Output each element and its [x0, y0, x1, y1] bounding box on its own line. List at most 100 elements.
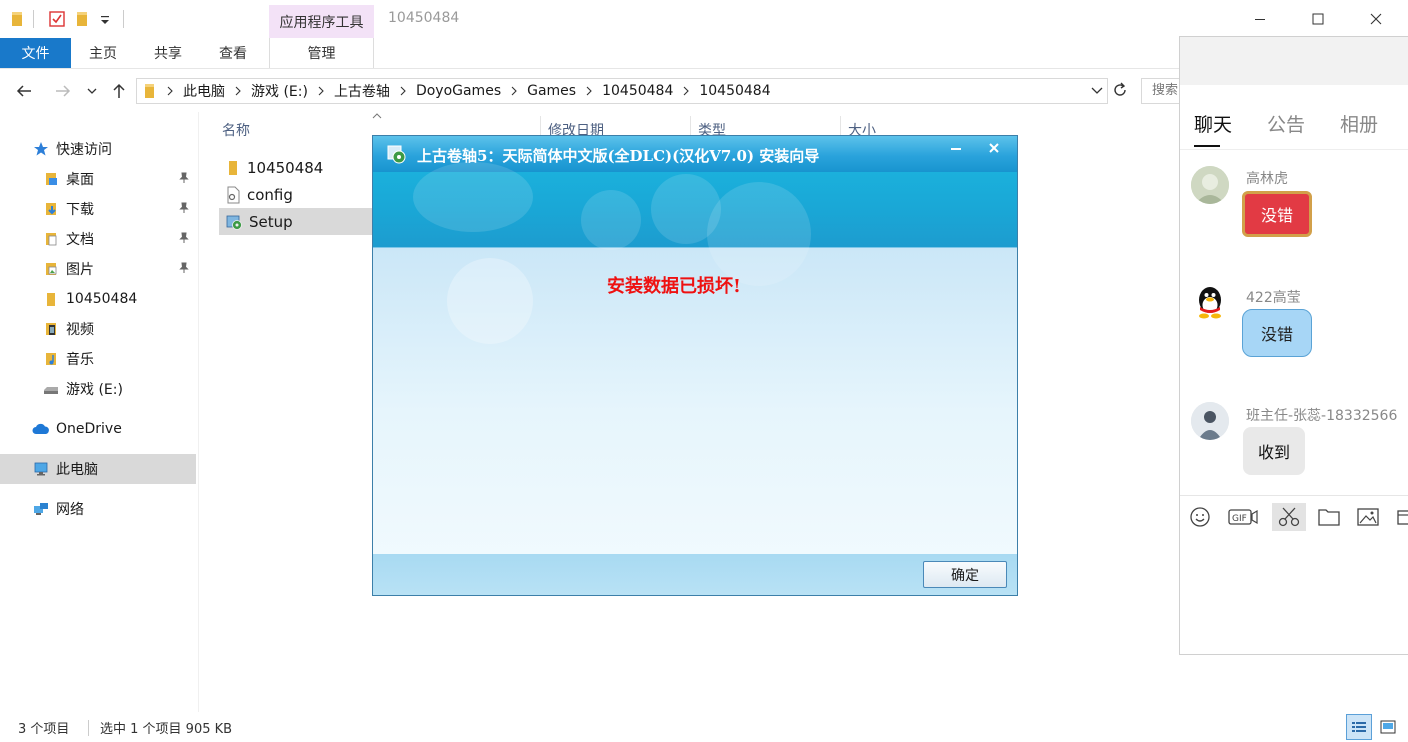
installer-icon — [225, 213, 243, 231]
drive-icon — [42, 380, 60, 398]
breadcrumb-doyogames[interactable]: DoyoGames — [416, 83, 501, 99]
tab-album[interactable]: 相册 — [1340, 110, 1378, 137]
close-button[interactable] — [1353, 0, 1399, 38]
chevron-right-icon — [234, 86, 242, 96]
banner-decoration — [413, 162, 533, 232]
dialog-close-button[interactable] — [979, 138, 1009, 158]
sender-name: 422高莹 — [1246, 290, 1301, 306]
back-button[interactable] — [13, 80, 35, 102]
nav-downloads[interactable]: 下载 — [0, 194, 196, 224]
chat-panel: 聊天 公告 相册 高林虎 没错 422高莹 没错 班主任-张蕊-18332566… — [1179, 36, 1408, 655]
breadcrumb-current[interactable]: 10450484 — [699, 83, 770, 99]
nav-label: 图片 — [66, 262, 94, 278]
folder-icon — [225, 159, 241, 177]
nav-label: 音乐 — [66, 352, 94, 368]
nav-this-pc[interactable]: 此电脑 — [0, 454, 196, 484]
computer-icon — [32, 460, 50, 478]
address-bar[interactable]: 此电脑 游戏 (E:) 上古卷轴 DoyoGames Games 1045048… — [136, 78, 1108, 104]
tab-view[interactable]: 查看 — [210, 38, 256, 68]
message-bubble[interactable]: 收到 — [1243, 427, 1305, 475]
recent-locations-icon[interactable] — [84, 80, 100, 102]
tab-home[interactable]: 主页 — [80, 38, 126, 68]
file-row-selected[interactable]: Setup — [219, 208, 379, 235]
avatar[interactable] — [1191, 283, 1229, 321]
image-icon[interactable] — [1352, 503, 1384, 531]
download-icon — [42, 200, 60, 218]
dialog-banner — [373, 162, 1017, 286]
chevron-down-icon[interactable] — [1091, 86, 1103, 96]
properties-icon[interactable] — [48, 9, 66, 29]
file-name: 10450484 — [247, 158, 324, 177]
breadcrumb-games[interactable]: Games — [527, 83, 576, 99]
screenshot-scissors-icon[interactable] — [1272, 503, 1306, 531]
nav-folder-10450484[interactable]: 10450484 — [0, 284, 196, 314]
picture-icon — [42, 260, 60, 278]
divider — [1180, 495, 1408, 496]
tab-file[interactable]: 文件 — [0, 38, 71, 68]
avatar[interactable] — [1191, 402, 1229, 440]
nav-music[interactable]: 音乐 — [0, 344, 196, 374]
ok-button[interactable]: 确定 — [923, 561, 1007, 588]
details-view-button[interactable] — [1346, 714, 1372, 740]
forward-button[interactable] — [52, 80, 74, 102]
desktop-icon — [42, 170, 60, 188]
cloud-icon — [32, 420, 50, 438]
installer-dialog: 上古卷轴5：天际简体中文版(全DLC)(汉化V7.0) 安装向导 安装数据已损坏… — [372, 135, 1018, 596]
error-message: 安装数据已损坏! — [607, 276, 741, 297]
tab-share[interactable]: 共享 — [145, 38, 191, 68]
column-header-name[interactable]: 名称 — [222, 120, 250, 140]
sort-arrow-icon — [372, 112, 382, 120]
nav-drive-e[interactable]: 游戏 (E:) — [0, 374, 196, 404]
tab-manage[interactable]: 管理 — [269, 38, 374, 68]
selection-info: 选中 1 个项目 905 KB — [100, 722, 233, 737]
star-icon — [32, 140, 50, 158]
pin-icon[interactable] — [178, 232, 190, 244]
tab-announcements[interactable]: 公告 — [1267, 110, 1305, 137]
pin-icon[interactable] — [178, 262, 190, 274]
up-button[interactable] — [108, 80, 130, 102]
nav-label: 文档 — [66, 232, 94, 248]
maximize-button[interactable] — [1295, 0, 1341, 38]
chat-header — [1180, 37, 1408, 85]
nav-label: 网络 — [56, 502, 84, 518]
large-icons-view-button[interactable] — [1378, 717, 1398, 737]
tab-chat[interactable]: 聊天 — [1194, 110, 1232, 137]
nav-onedrive[interactable]: OneDrive — [0, 414, 196, 444]
nav-videos[interactable]: 视频 — [0, 314, 196, 344]
breadcrumb-skyrim[interactable]: 上古卷轴 — [334, 81, 390, 101]
file-name: config — [247, 185, 293, 204]
chevron-right-icon — [166, 86, 174, 96]
pin-icon[interactable] — [178, 172, 190, 184]
nav-label: 下载 — [66, 202, 94, 218]
minimize-button[interactable] — [1237, 0, 1283, 38]
video-clip-icon[interactable] — [1390, 503, 1408, 531]
file-row[interactable]: config — [219, 181, 379, 208]
dialog-footer — [373, 554, 1017, 595]
sender-name: 班主任-张蕊-18332566 — [1246, 408, 1398, 424]
breadcrumb-this-pc[interactable]: 此电脑 — [183, 81, 225, 101]
nav-pictures[interactable]: 图片 — [0, 254, 196, 284]
message-bubble[interactable]: 没错 — [1242, 309, 1312, 357]
breadcrumb-drive-e[interactable]: 游戏 (E:) — [251, 81, 308, 101]
chevron-right-icon — [510, 86, 518, 96]
file-row[interactable]: 10450484 — [219, 154, 379, 181]
dialog-minimize-button[interactable] — [941, 138, 971, 158]
nav-label: 快速访问 — [56, 142, 112, 158]
gif-icon[interactable]: GIF — [1227, 503, 1259, 531]
nav-desktop[interactable]: 桌面 — [0, 164, 196, 194]
title-bar: 应用程序工具 10450484 — [0, 0, 1408, 38]
pin-icon[interactable] — [178, 202, 190, 214]
breadcrumb-folder[interactable]: 10450484 — [602, 83, 673, 99]
avatar[interactable] — [1191, 166, 1229, 204]
dialog-decoration — [447, 258, 533, 344]
new-folder-icon[interactable] — [75, 9, 91, 29]
nav-documents[interactable]: 文档 — [0, 224, 196, 254]
nav-quick-access[interactable]: 快速访问 — [0, 134, 196, 164]
banner-decoration — [707, 182, 811, 286]
nav-network[interactable]: 网络 — [0, 494, 196, 524]
refresh-button[interactable] — [1110, 80, 1132, 102]
folder-icon[interactable] — [1313, 503, 1345, 531]
message-bubble[interactable]: 没错 — [1242, 191, 1312, 237]
customize-toolbar-icon[interactable] — [99, 9, 111, 29]
emoji-icon[interactable] — [1184, 503, 1216, 531]
